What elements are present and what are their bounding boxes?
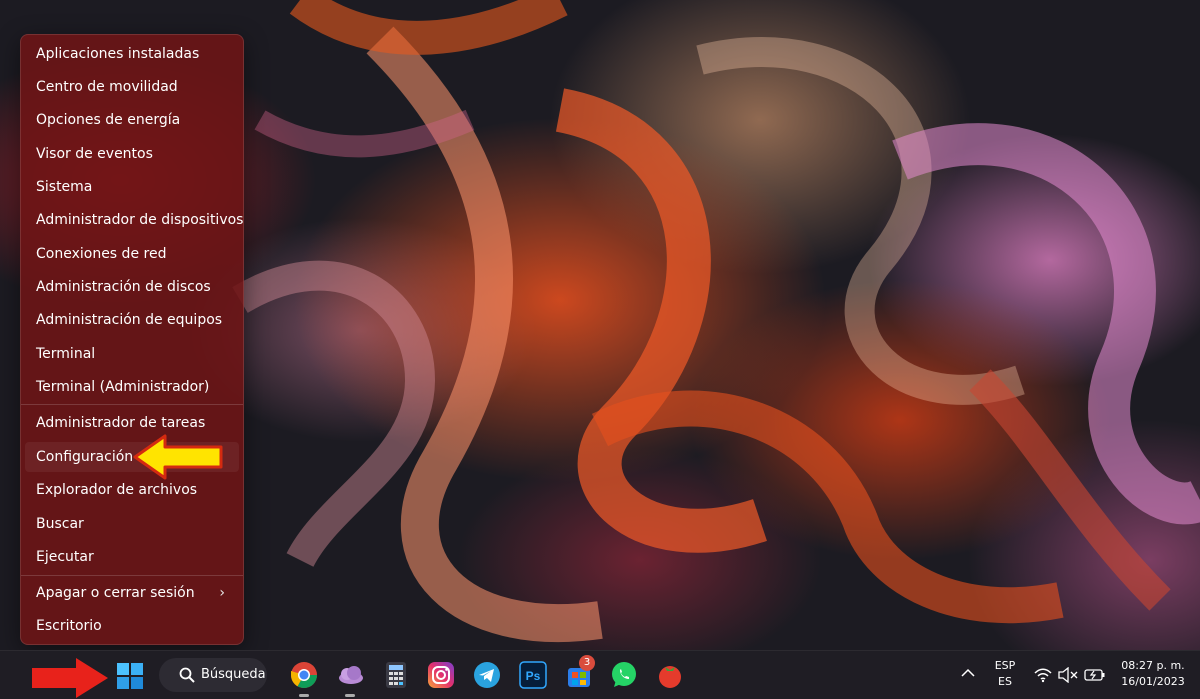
menu-item-terminal-admin[interactable]: Terminal (Administrador) <box>25 372 239 402</box>
taskbar-app-calculator[interactable] <box>382 661 410 689</box>
taskbar-app-chrome[interactable] <box>290 661 318 697</box>
menu-item-installed-apps[interactable]: Aplicaciones instaladas <box>25 39 239 69</box>
menu-separator <box>21 575 243 576</box>
start-button[interactable] <box>117 663 143 689</box>
menu-item-label: Configuración <box>36 449 134 465</box>
clock-date: 16/01/2023 <box>1121 675 1185 688</box>
onedrive-icon <box>339 666 363 684</box>
menu-item-label: Apagar o cerrar sesión <box>36 585 195 601</box>
taskbar-app-store[interactable]: 3 <box>565 655 595 689</box>
taskbar-app-whatsapp[interactable] <box>610 661 638 689</box>
clock-time: 08:27 p. m. <box>1121 659 1185 672</box>
svg-text:Ps: Ps <box>526 669 541 683</box>
menu-item-system[interactable]: Sistema <box>25 172 239 202</box>
menu-item-label: Administración de discos <box>36 279 211 295</box>
photoshop-icon: Ps <box>519 661 547 689</box>
menu-item-terminal[interactable]: Terminal <box>25 339 239 369</box>
taskbar-app-photoshop[interactable]: Ps <box>519 661 547 689</box>
menu-item-label: Administrador de dispositivos <box>36 212 244 228</box>
menu-item-network-connections[interactable]: Conexiones de red <box>25 239 239 269</box>
menu-item-label: Administración de equipos <box>36 312 223 328</box>
running-indicator <box>299 694 309 697</box>
taskbar-app-telegram[interactable] <box>473 661 501 689</box>
taskbar-search-box[interactable]: Búsqueda <box>159 658 267 692</box>
menu-item-desktop[interactable]: Escritorio <box>25 611 239 641</box>
menu-item-label: Administrador de tareas <box>36 415 206 431</box>
language-code: ESP <box>994 659 1016 672</box>
menu-item-label: Conexiones de red <box>36 246 167 262</box>
taskbar-app-onedrive[interactable] <box>336 661 364 697</box>
menu-item-label: Buscar <box>36 516 84 532</box>
yellow-arrow-annotation <box>133 434 223 480</box>
menu-item-label: Aplicaciones instaladas <box>36 46 200 62</box>
menu-separator <box>21 404 243 405</box>
taskbar-app-tomato[interactable] <box>656 661 684 689</box>
menu-item-label: Explorador de archivos <box>36 482 198 498</box>
notification-badge: 3 <box>579 655 595 671</box>
running-indicator <box>345 694 355 697</box>
battery-charging-icon[interactable] <box>1084 667 1106 683</box>
search-icon <box>179 667 195 683</box>
menu-item-event-viewer[interactable]: Visor de eventos <box>25 139 239 169</box>
menu-item-run[interactable]: Ejecutar <box>25 542 239 572</box>
menu-item-computer-management[interactable]: Administración de equipos <box>25 305 239 335</box>
chrome-icon <box>290 662 318 689</box>
menu-item-label: Ejecutar <box>36 549 94 565</box>
show-hidden-icons-chevron-up-icon[interactable] <box>960 665 976 681</box>
keyboard-layout-code: ES <box>998 675 1012 688</box>
menu-item-label: Centro de movilidad <box>36 79 178 95</box>
wifi-icon[interactable] <box>1034 667 1052 683</box>
search-label: Búsqueda <box>201 667 266 682</box>
winx-context-menu: Aplicaciones instaladas Centro de movili… <box>20 34 244 645</box>
taskbar-app-instagram[interactable] <box>427 661 455 689</box>
menu-item-power-options[interactable]: Opciones de energía <box>25 105 239 135</box>
menu-item-shutdown-signout[interactable]: Apagar o cerrar sesión › <box>25 578 239 608</box>
menu-item-label: Terminal (Administrador) <box>36 379 210 395</box>
menu-item-label: Opciones de energía <box>36 112 181 128</box>
menu-item-search[interactable]: Buscar <box>25 509 239 539</box>
menu-item-label: Terminal <box>36 346 96 362</box>
tomato-icon <box>659 666 681 688</box>
menu-item-label: Visor de eventos <box>36 146 153 162</box>
menu-item-device-manager[interactable]: Administrador de dispositivos <box>25 205 243 235</box>
taskbar-clock[interactable]: 08:27 p. m. 16/01/2023 <box>1112 658 1194 690</box>
calculator-icon <box>386 662 406 688</box>
windows-logo-icon <box>117 663 143 689</box>
menu-item-label: Sistema <box>36 179 93 195</box>
menu-item-mobility-center[interactable]: Centro de movilidad <box>25 72 239 102</box>
whatsapp-icon <box>612 662 636 687</box>
volume-muted-icon[interactable] <box>1058 667 1078 683</box>
chevron-right-icon: › <box>219 585 225 601</box>
instagram-icon <box>428 662 454 688</box>
red-arrow-annotation <box>32 658 108 698</box>
input-language-indicator[interactable]: ESP ES <box>990 658 1020 690</box>
telegram-icon <box>474 662 500 688</box>
taskbar: Búsqueda Ps 3 ESP ES 08:27 p. m. 16/01/2… <box>0 650 1200 699</box>
menu-item-disk-management[interactable]: Administración de discos <box>25 272 239 302</box>
menu-item-label: Escritorio <box>36 618 102 634</box>
